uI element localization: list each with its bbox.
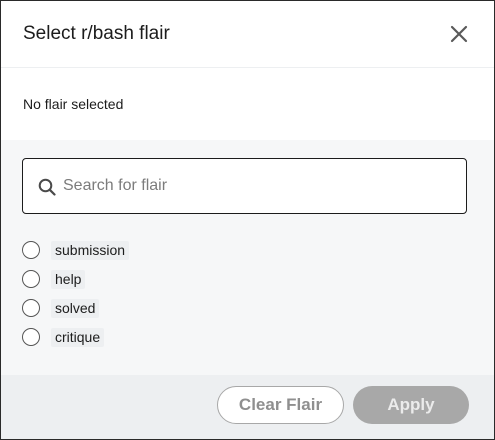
radio-button[interactable] [22,241,40,259]
close-icon [450,25,468,43]
dialog-title: Select r/bash flair [23,23,170,44]
close-button[interactable] [448,23,470,45]
radio-button[interactable] [22,270,40,288]
flair-label: solved [51,299,100,318]
flair-list-panel: submission help solved critique [1,140,494,375]
flair-option-submission[interactable]: submission [22,240,172,262]
clear-flair-button[interactable]: Clear Flair [217,386,344,424]
dialog-header: Select r/bash flair [1,1,494,68]
flair-option-help[interactable]: help [22,269,172,291]
flair-label: submission [51,241,130,260]
flair-dialog: Select r/bash flair No flair selected su… [0,0,495,440]
search-box[interactable] [22,158,467,214]
search-icon [38,178,56,196]
flair-option-critique[interactable]: critique [22,327,172,349]
search-input[interactable] [63,160,458,212]
selected-flair-status: No flair selected [23,96,124,112]
flair-option-solved[interactable]: solved [22,298,172,320]
radio-button[interactable] [22,299,40,317]
dialog-footer: Clear Flair Apply [1,375,494,439]
radio-button[interactable] [22,328,40,346]
apply-button[interactable]: Apply [353,386,469,424]
flair-label: critique [51,328,105,347]
flair-label: help [51,270,86,289]
